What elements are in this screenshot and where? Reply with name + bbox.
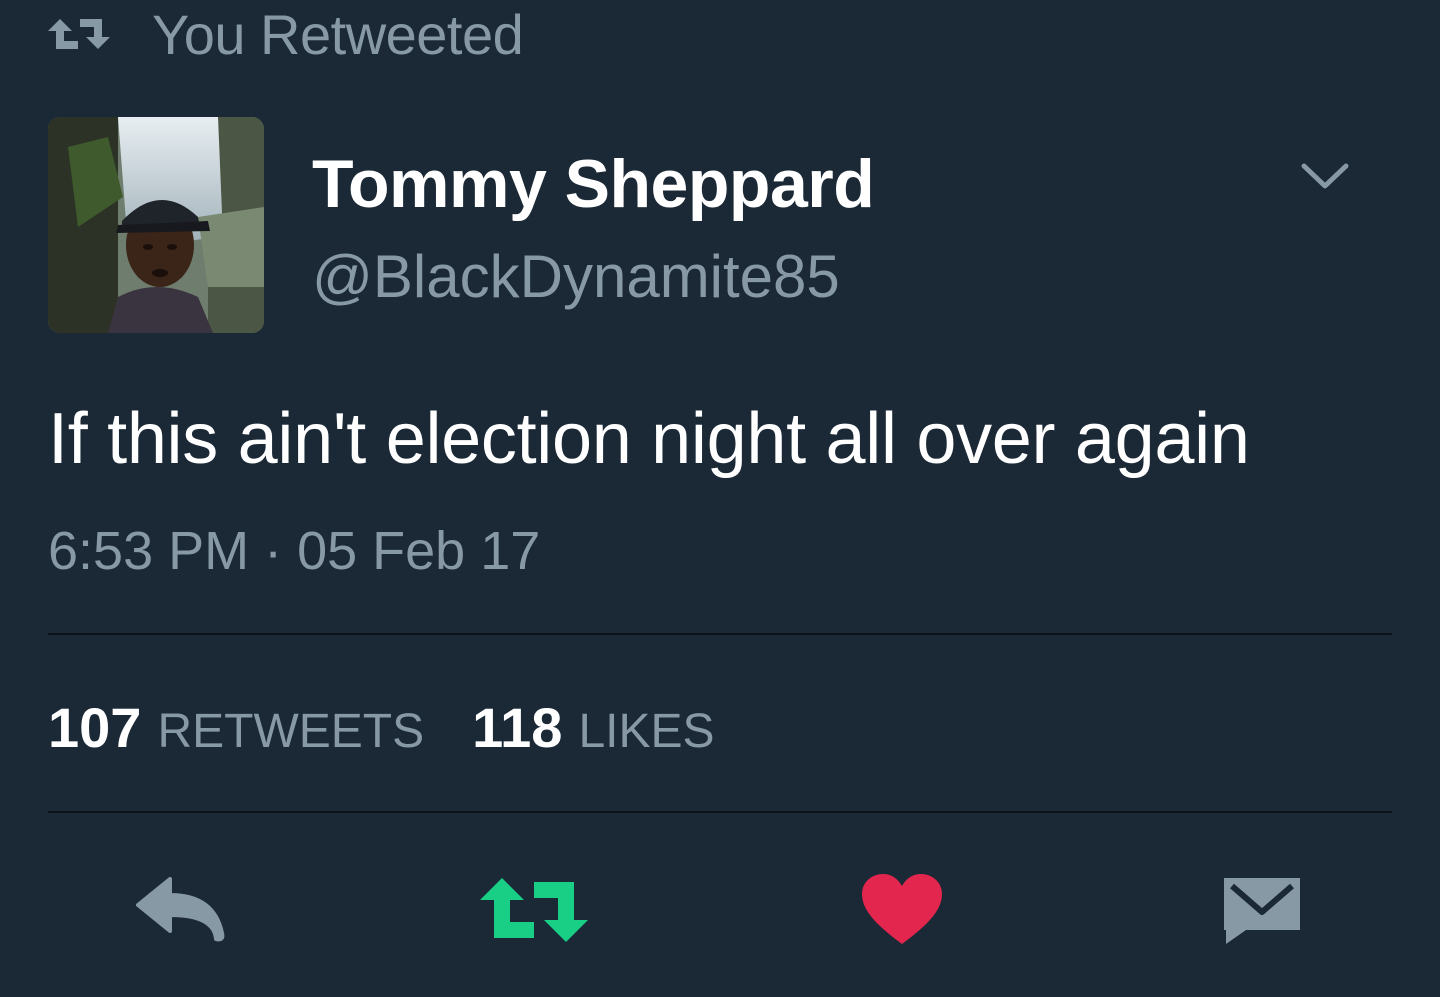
like-button[interactable] xyxy=(854,870,950,950)
likes-stat[interactable]: 118 LIKES xyxy=(472,695,714,760)
retweet-context-label: You Retweeted xyxy=(152,2,524,66)
divider xyxy=(48,811,1392,813)
reply-button[interactable] xyxy=(132,870,228,950)
likes-label: LIKES xyxy=(578,705,715,758)
retweets-label: RETWEETS xyxy=(157,705,425,758)
retweet-button[interactable] xyxy=(480,870,588,950)
retweet-context: You Retweeted xyxy=(48,2,524,66)
avatar[interactable] xyxy=(48,117,264,333)
likes-count: 118 xyxy=(472,696,563,759)
reply-icon xyxy=(134,877,226,943)
chevron-down-icon[interactable] xyxy=(1298,158,1352,194)
author-display-name[interactable]: Tommy Sheppard xyxy=(312,145,875,223)
retweet-icon xyxy=(480,876,588,944)
retweet-icon xyxy=(48,19,110,49)
heart-icon xyxy=(862,874,942,946)
tweet-timestamp: 6:53 PM · 05 Feb 17 xyxy=(48,521,541,581)
divider xyxy=(48,633,1392,635)
author-handle[interactable]: @BlackDynamite85 xyxy=(312,242,840,311)
tweet-text: If this ain't election night all over ag… xyxy=(48,399,1250,479)
retweets-stat[interactable]: 107 RETWEETS xyxy=(48,695,424,760)
tweet-stats: 107 RETWEETS 118 LIKES xyxy=(48,695,715,760)
envelope-icon xyxy=(1220,874,1304,946)
retweets-count: 107 xyxy=(48,696,142,759)
direct-message-button[interactable] xyxy=(1214,870,1310,950)
